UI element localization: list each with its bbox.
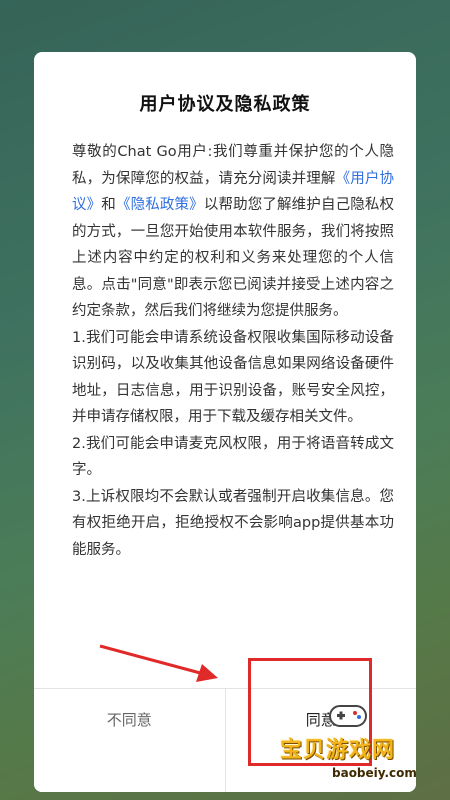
clause-2: 2.我们可能会申请麦克风权限，用于将语音转成文字。 [72, 435, 394, 479]
watermark-title: 宝贝游戏网 [280, 738, 396, 763]
screen-background: 用户协议及隐私政策 尊敬的Chat Go用户:我们尊重并保护您的个人隐私，为保障… [0, 0, 450, 800]
gamepad-icon [329, 705, 367, 727]
intro-paragraph: 尊敬的Chat Go用户:我们尊重并保护您的个人隐私，为保障您的权益，请充分阅读… [72, 139, 394, 325]
watermark: 宝贝游戏网 baobeiy.com [262, 690, 442, 790]
clause-3: 3.上诉权限均不会默认或者强制开启收集信息。您有权拒绝开启，拒绝授权不会影响ap… [72, 488, 394, 558]
clause-1: 1.我们可能会申请系统设备权限收集国际移动设备识别码，以及收集其他设备信息如果网… [72, 329, 394, 426]
dialog-body: 尊敬的Chat Go用户:我们尊重并保护您的个人隐私，为保障您的权益，请充分阅读… [72, 139, 394, 563]
annotation-arrow-icon [99, 644, 218, 682]
decline-button[interactable]: 不同意 [34, 689, 226, 792]
and-text: 和 [101, 197, 116, 213]
intro-text-2: 以帮助您了解维护自己隐私权的方式，一旦您开始使用本软件服务，我们将按照上述内容中… [72, 197, 395, 319]
watermark-url: baobeiy.com [332, 766, 417, 780]
dialog-title: 用户协议及隐私政策 [139, 94, 311, 115]
privacy-policy-link[interactable]: 《隐私政策》 [116, 197, 204, 213]
